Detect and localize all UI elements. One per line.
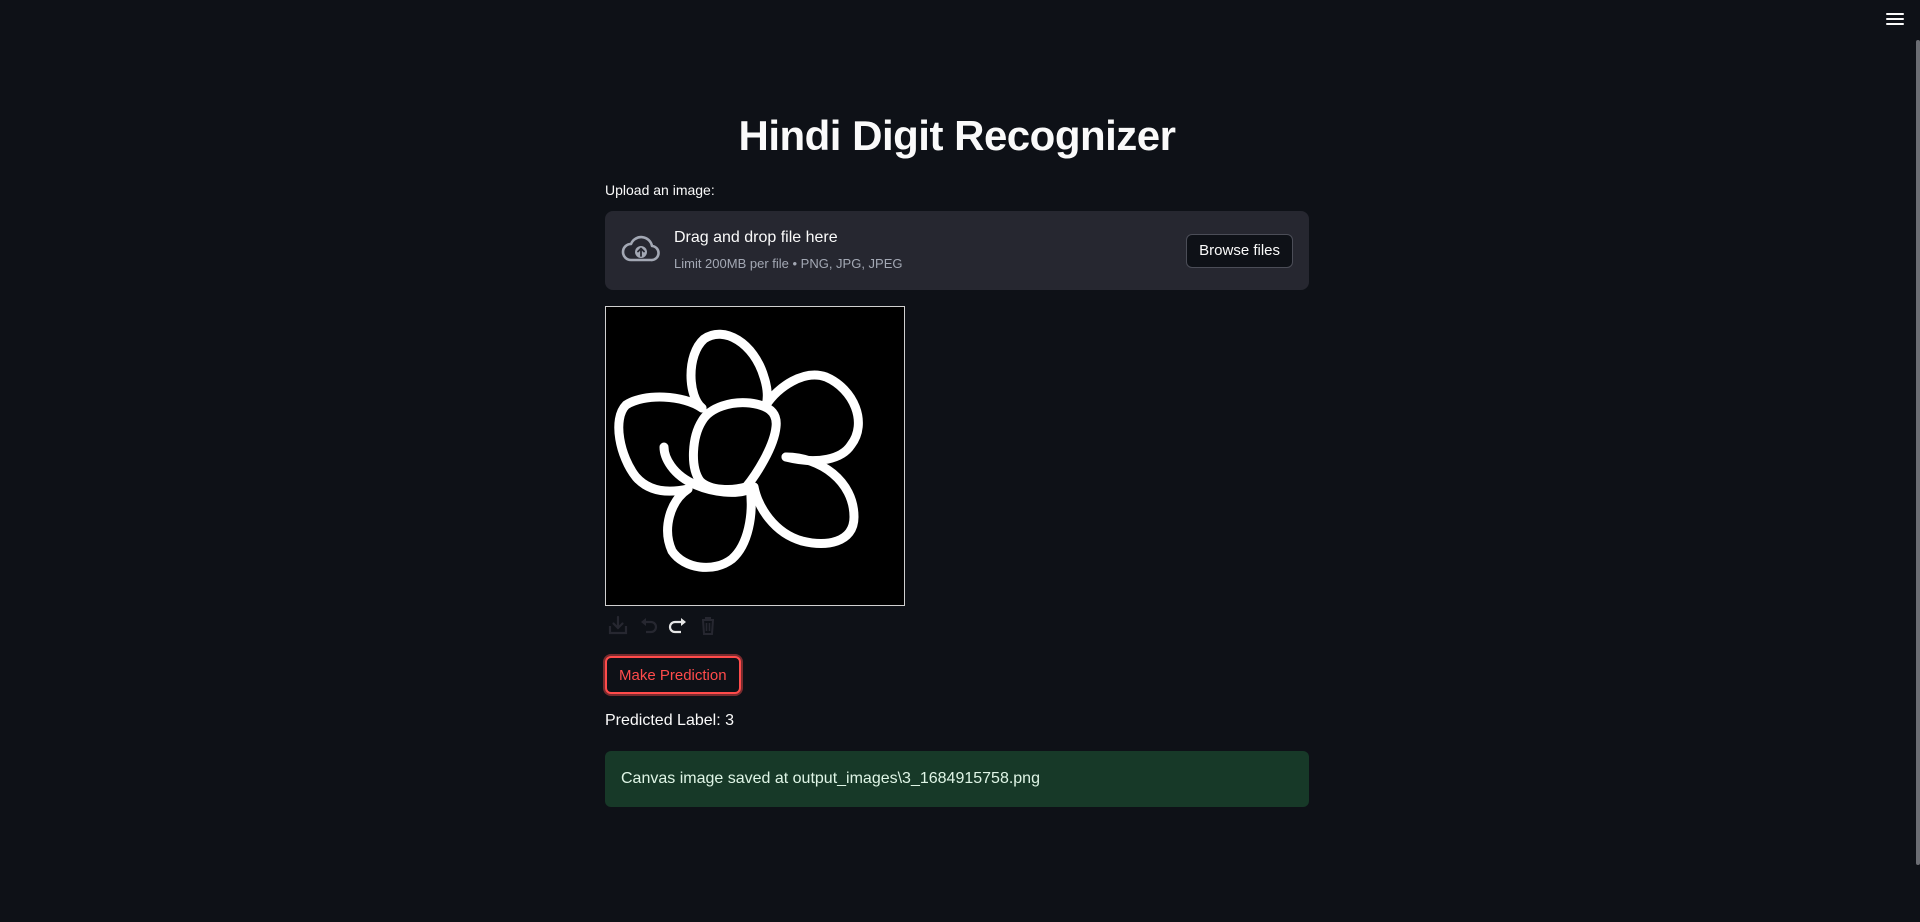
success-message: Canvas image saved at output_images\3_16…: [621, 770, 1040, 787]
predicted-label-text: Predicted Label: 3: [605, 712, 734, 729]
drawn-stroke: [749, 452, 859, 548]
drawn-stroke: [663, 482, 756, 572]
file-dropzone[interactable]: Drag and drop file here Limit 200MB per …: [605, 211, 1309, 290]
dropzone-title: Drag and drop file here: [674, 229, 838, 246]
drawn-stroke: [688, 398, 781, 494]
browse-files-button[interactable]: Browse files: [1186, 234, 1293, 268]
canvas-drawing: [614, 329, 863, 572]
canvas-toolbar: [605, 612, 721, 638]
undo-icon[interactable]: [635, 612, 661, 638]
cloud-upload-icon: [621, 235, 660, 262]
drawn-stroke: [686, 329, 772, 413]
scrollbar-thumb[interactable]: [1916, 40, 1920, 865]
redo-icon[interactable]: [665, 612, 691, 638]
page-title: Hindi Digit Recognizer: [738, 112, 1176, 159]
download-icon[interactable]: [605, 612, 631, 638]
main-menu-icon[interactable]: [1886, 10, 1904, 28]
scrollbar[interactable]: [1916, 0, 1920, 922]
app-root: Hindi Digit Recognizer Upload an image: …: [0, 0, 1920, 922]
trash-icon[interactable]: [695, 612, 721, 638]
drawing-canvas[interactable]: [605, 306, 905, 606]
dropzone-subtitle: Limit 200MB per file • PNG, JPG, JPEG: [674, 256, 903, 271]
make-prediction-button[interactable]: Make Prediction: [605, 656, 741, 694]
success-alert: Canvas image saved at output_images\3_16…: [605, 751, 1309, 807]
upload-label: Upload an image:: [605, 182, 715, 198]
